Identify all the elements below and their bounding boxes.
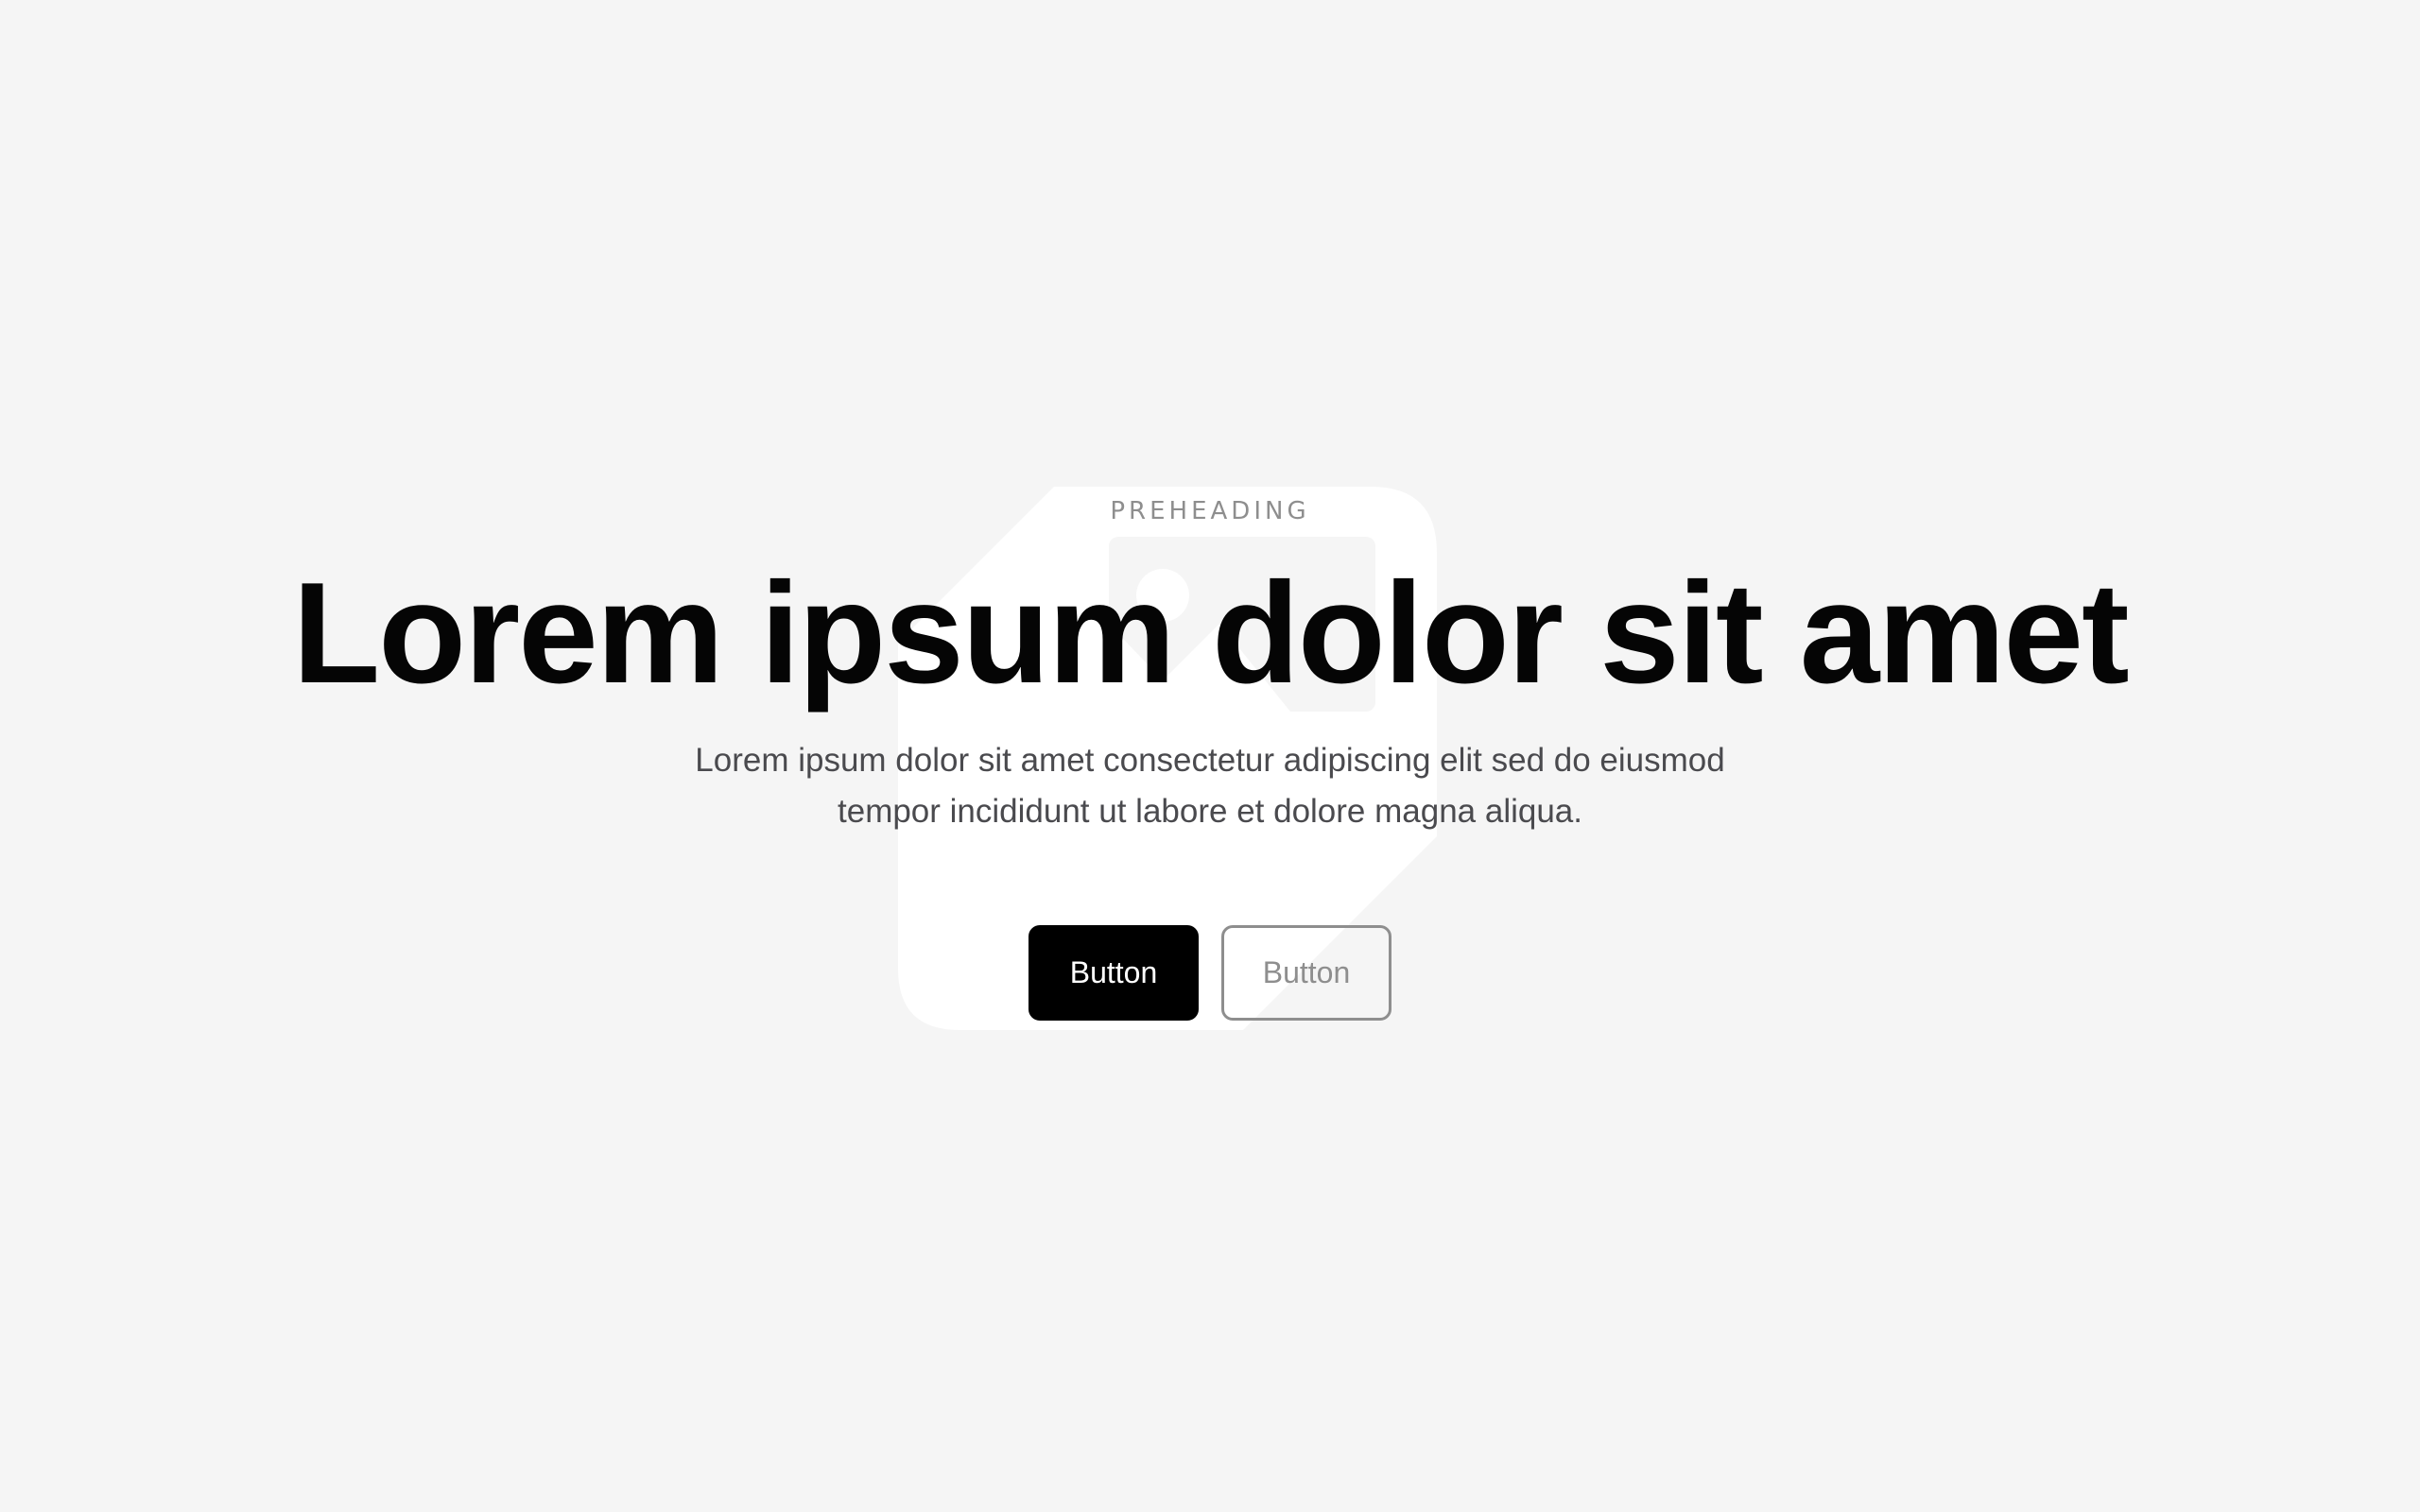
hero-headline: Lorem ipsum dolor sit amet — [292, 553, 2129, 713]
hero-actions: Button Button — [0, 925, 2420, 1021]
preheading: PREHEADING — [1110, 497, 1310, 525]
hero-section: PREHEADING Lorem ipsum dolor sit amet Lo… — [0, 0, 2420, 1512]
primary-button[interactable]: Button — [1028, 925, 1199, 1021]
secondary-button[interactable]: Button — [1221, 925, 1392, 1021]
hero-subtext: Lorem ipsum dolor sit amet consectetur a… — [695, 742, 1725, 830]
